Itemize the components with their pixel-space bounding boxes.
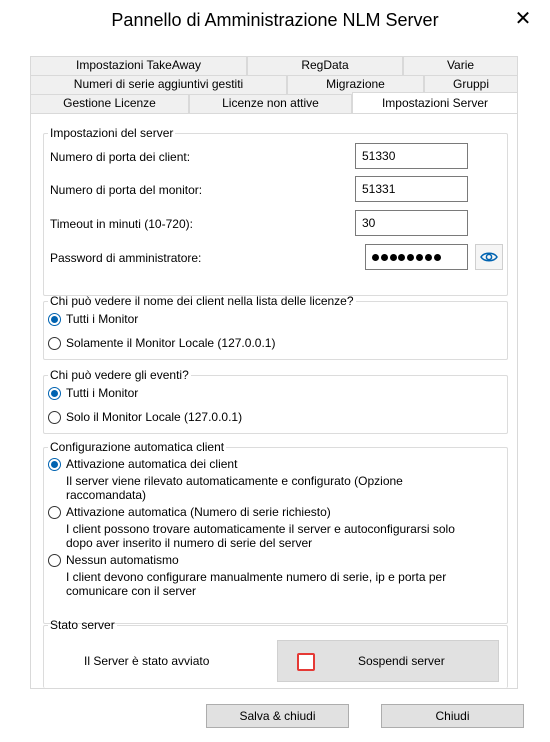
radio-events-all-monitors[interactable]: Tutti i Monitor (48, 386, 138, 400)
password-dot (372, 253, 379, 261)
tab-panel-impostazioni-server: Impostazioni del server Numero di porta … (30, 113, 518, 689)
tab-row-1: Impostazioni TakeAway RegData Varie (30, 56, 518, 75)
radio-indicator (48, 554, 61, 567)
no-automation-desc: I client devono configurare manualmente … (66, 570, 446, 598)
password-dot (433, 253, 441, 261)
close-button[interactable]: Chiudi (381, 704, 524, 728)
radio-auto-activation-serial[interactable]: Attivazione automatica (Numero di serie … (48, 505, 331, 519)
eye-icon (480, 252, 498, 262)
desc-line: comunicare con il server (66, 584, 197, 598)
radio-indicator-selected (48, 313, 61, 326)
server-status-text: Il Server è stato avviato (84, 654, 210, 668)
tab-varie[interactable]: Varie (403, 56, 518, 75)
tab-strip: Impostazioni TakeAway RegData Varie Nume… (30, 56, 518, 113)
radio-indicator-selected (48, 387, 61, 400)
radio-indicator (48, 506, 61, 519)
password-dot (398, 253, 406, 261)
tab-impostazioni-takeaway[interactable]: Impostazioni TakeAway (30, 56, 247, 75)
radio-events-local-monitor[interactable]: Solo il Monitor Locale (127.0.0.1) (48, 410, 242, 424)
monitor-port-input[interactable] (355, 176, 468, 202)
client-port-label: Numero di porta dei client: (50, 150, 191, 164)
auto-activation-desc: Il server viene rilevato automaticamente… (66, 474, 403, 502)
auto-config-group: Configurazione automatica client Attivaz… (43, 440, 508, 624)
tab-impostazioni-server[interactable]: Impostazioni Server (352, 92, 518, 113)
desc-line: Il server viene rilevato automaticamente… (66, 474, 403, 488)
radio-indicator-selected (48, 458, 61, 471)
events-visibility-group: Chi può vedere gli eventi? Tutti i Monit… (43, 368, 508, 434)
radio-label: Solo il Monitor Locale (127.0.0.1) (66, 410, 243, 424)
server-status-legend: Stato server (50, 618, 115, 632)
stop-icon (297, 653, 315, 671)
monitor-port-label: Numero di porta del monitor: (50, 183, 203, 197)
password-dot (380, 253, 388, 261)
title-bar: Pannello di Amministrazione NLM Server ✕ (0, 0, 550, 44)
auto-activation-serial-desc: I client possono trovare automaticamente… (66, 522, 455, 550)
radio-label: Nessun automatismo (66, 553, 179, 567)
radio-auto-activation[interactable]: Attivazione automatica dei client (48, 457, 237, 471)
radio-label: Tutti i Monitor (66, 312, 139, 326)
client-port-input[interactable] (355, 143, 468, 169)
timeout-input[interactable] (355, 210, 468, 236)
server-status-group: Stato server Il Server è stato avviato S… (43, 618, 508, 688)
window-title: Pannello di Amministrazione NLM Server (111, 10, 439, 30)
events-visibility-legend: Chi può vedere gli eventi? (50, 368, 189, 382)
radio-label: Tutti i Monitor (66, 386, 139, 400)
radio-indicator (48, 337, 61, 350)
desc-line: I client possono trovare automaticamente… (66, 522, 455, 536)
admin-password-label: Password di amministratore: (50, 251, 202, 265)
admin-password-input[interactable] (365, 244, 468, 270)
close-icon[interactable]: ✕ (512, 8, 534, 30)
radio-indicator (48, 411, 61, 424)
suspend-server-label: Sospendi server (358, 654, 445, 668)
password-dot (415, 253, 423, 261)
suspend-server-button[interactable]: Sospendi server (277, 640, 499, 682)
radio-client-all-monitors[interactable]: Tutti i Monitor (48, 312, 138, 326)
client-visibility-group: Chi può vedere il nome dei client nella … (43, 294, 508, 360)
tab-row-3: Gestione Licenze Licenze non attive Impo… (30, 92, 518, 113)
tab-regdata[interactable]: RegData (247, 56, 403, 75)
password-dot (407, 253, 415, 261)
desc-line: raccomandata) (66, 488, 147, 502)
desc-line: dopo aver inserito il numero di serie de… (66, 536, 313, 550)
show-password-button[interactable] (475, 244, 503, 270)
tab-numeri-di-serie[interactable]: Numeri di serie aggiuntivi gestiti (30, 75, 287, 94)
timeout-label: Timeout in minuti (10-720): (50, 217, 193, 231)
radio-label: Attivazione automatica (Numero di serie … (66, 505, 331, 519)
radio-label: Attivazione automatica dei client (66, 457, 238, 471)
radio-label: Solamente il Monitor Locale (127.0.0.1) (66, 336, 276, 350)
tab-licenze-non-attive[interactable]: Licenze non attive (189, 94, 352, 113)
radio-client-local-monitor[interactable]: Solamente il Monitor Locale (127.0.0.1) (48, 336, 275, 350)
tab-gestione-licenze[interactable]: Gestione Licenze (30, 94, 189, 113)
auto-config-legend: Configurazione automatica client (50, 440, 225, 454)
server-settings-legend: Impostazioni del server (50, 126, 174, 140)
server-settings-group: Impostazioni del server Numero di porta … (43, 126, 508, 296)
desc-line: I client devono configurare manualmente … (66, 570, 447, 584)
password-dot (424, 253, 432, 261)
radio-no-automation[interactable]: Nessun automatismo (48, 553, 179, 567)
client-visibility-legend: Chi può vedere il nome dei client nella … (50, 294, 354, 308)
save-close-button[interactable]: Salva & chiudi (206, 704, 349, 728)
password-dot (389, 253, 397, 261)
